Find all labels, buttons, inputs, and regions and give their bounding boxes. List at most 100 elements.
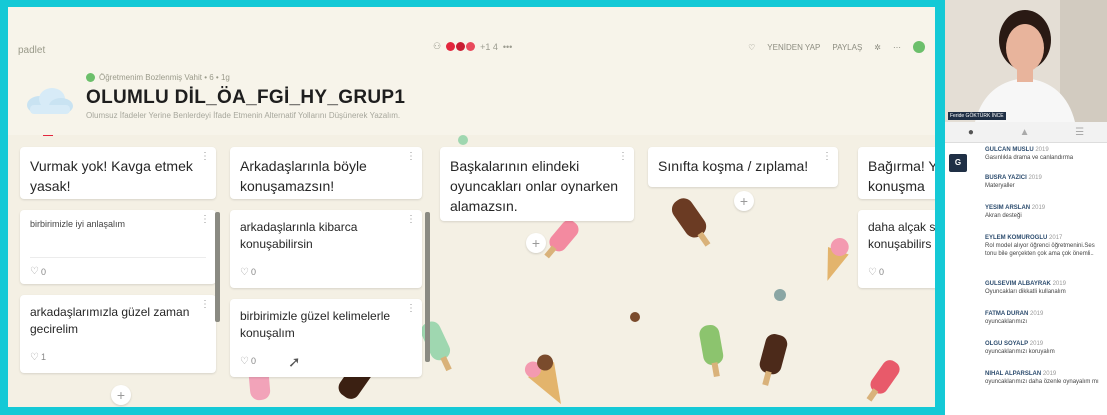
kebab-icon[interactable]: ⋮ [406, 152, 416, 162]
column-heading: Bağırma! Y konuşma [868, 158, 935, 194]
mouse-cursor-icon: ➚ [288, 354, 301, 371]
gear-icon[interactable]: ✲ [874, 43, 881, 52]
post-text: arkadaşlarınla kibarca konuşabilirsin [240, 220, 358, 251]
post-card[interactable]: daha alçak s konuşabilirs ♡ 0 [858, 210, 935, 288]
column-scrollbar[interactable] [215, 212, 220, 322]
popsicle-red [866, 360, 900, 402]
cloud-icon [27, 88, 73, 114]
author-avatar [86, 73, 95, 82]
chat-message: BUSRA YAZICI 2019 Materyaller [985, 175, 1042, 189]
ice-cream-cone-right [827, 238, 849, 281]
heart-icon: ♡ [240, 356, 249, 367]
post-text: arkadaşlarımızla güzel zaman gecirelim [30, 305, 190, 336]
add-post-button[interactable]: + [526, 233, 546, 253]
column-heading: Vurmak yok! Kavga etmek yasak! [30, 158, 193, 194]
list-tab-icon[interactable]: ☰ [1075, 127, 1084, 138]
member-avatars[interactable]: ⚇ +1 4 ••• [433, 41, 512, 52]
people-tab-icon[interactable]: ▲ [1020, 127, 1030, 138]
heart-icon: ♡ [868, 267, 877, 278]
post-card[interactable]: birbirimizle iyi anlaşalım ⋮ ♡ 0 [20, 210, 216, 284]
kebab-icon[interactable]: ⋮ [822, 152, 832, 162]
post-card[interactable]: arkadaşlarımızla güzel zaman gecirelim ⋮… [20, 295, 216, 373]
add-post-button[interactable]: + [111, 385, 131, 405]
chat-message: OLGU SOYALP 2019 oyuncaklarımızı koruyal… [985, 341, 1055, 355]
sprinkle-ball-3 [458, 135, 468, 145]
chat-message: FATMA DURAN 2019 oyuncaklarımızı [985, 311, 1044, 325]
like-count: 0 [250, 267, 256, 277]
popsicle-chocolate [759, 334, 788, 386]
like-button[interactable]: ♡ 1 [30, 349, 46, 366]
column-heading-card[interactable]: Arkadaşlarınla böyle konuşamazsın! ⋮ [230, 147, 422, 199]
author-text: Öğretmenim Bozlenmiş Vahit • 6 • 1g [99, 73, 230, 82]
members-count: +1 4 [480, 41, 498, 52]
popsicle-brown [671, 198, 711, 247]
kebab-icon[interactable]: ⋮ [406, 215, 416, 225]
heart-icon[interactable]: ♡ [748, 43, 755, 52]
chat-message: GULSEVIM ALBAYRAK 2019 Oyuncakları dikka… [985, 281, 1066, 295]
chat-message: EYLEM KOMUROGLU 2017 Rol model alıyor öğ… [985, 235, 1095, 257]
column-heading-card[interactable]: Vurmak yok! Kavga etmek yasak! ⋮ [20, 147, 216, 199]
like-button[interactable]: ♡ 0 [30, 266, 46, 277]
post-card[interactable]: birbirimizle güzel kelimelerle konuşalım… [230, 299, 422, 377]
sprinkle-ball [774, 289, 786, 301]
chat-tab-icon[interactable]: ● [968, 127, 974, 138]
column-heading-card[interactable]: Sınıfta koşma / zıplama! ⋮ [648, 147, 838, 187]
add-post-button[interactable]: + [734, 191, 754, 211]
toolbar: ♡ YENİDEN YAP PAYLAŞ ✲ ⋯ [748, 41, 925, 53]
avatar [466, 42, 476, 51]
author-line: Öğretmenim Bozlenmiş Vahit • 6 • 1g [86, 73, 230, 82]
popsicle-pink [544, 220, 579, 259]
chat-panel: ● ▲ ☰ G GULCAN MUSLU 2019 Gasınlıkla dra… [945, 122, 1107, 415]
like-count: 0 [40, 266, 46, 277]
heart-icon: ♡ [30, 266, 39, 277]
remake-button[interactable]: YENİDEN YAP [767, 43, 820, 52]
more-icon[interactable]: ⋯ [893, 43, 901, 52]
user-avatar[interactable] [913, 41, 925, 53]
like-count: 0 [878, 267, 884, 277]
post-card[interactable]: arkadaşlarınla kibarca konuşabilirsin ⋮ … [230, 210, 422, 288]
column-scrollbar[interactable] [425, 212, 430, 362]
kebab-icon[interactable]: ⋮ [406, 304, 416, 314]
popsicle-green [699, 324, 724, 377]
padlet-board: padlet ⚇ +1 4 ••• ♡ YENİDEN YAP PAYLAŞ ✲… [8, 7, 935, 407]
column-heading: Sınıfta koşma / zıplama! [658, 158, 809, 174]
like-count: 0 [250, 356, 256, 366]
page-subtitle: Olumsuz İfadeler Yerine Benlerdeyi İfade… [86, 111, 401, 120]
webcam-video: Feride GÖKTÜRK İNCE [945, 0, 1107, 122]
panel-tabs: ● ▲ ☰ [945, 122, 1107, 143]
sprinkle-ball-2 [630, 312, 640, 322]
page-title: OLUMLU DİL_ÖA_FGİ_HY_GRUP1 [86, 87, 406, 108]
kebab-icon[interactable]: ⋮ [200, 215, 210, 225]
people-icon: ⚇ [433, 41, 442, 51]
avatar [446, 42, 456, 51]
post-text: birbirimizle iyi anlaşalım [30, 219, 126, 229]
post-text: daha alçak s konuşabilirs [868, 220, 935, 251]
kebab-icon[interactable]: ⋮ [200, 152, 210, 162]
column-heading: Başkalarının elindeki oyuncakları onlar … [450, 158, 619, 214]
share-button[interactable]: PAYLAŞ [832, 43, 862, 52]
avatar [456, 42, 466, 51]
column-heading-card[interactable]: Bağırma! Y konuşma [858, 147, 935, 199]
like-button[interactable]: ♡ 0 [240, 264, 256, 281]
chat-message: YESIM ARSLAN 2019 Akran desteği [985, 205, 1046, 219]
post-text: birbirimizle güzel kelimelerle konuşalım [240, 309, 391, 340]
like-button[interactable]: ♡ 0 [240, 353, 256, 370]
popsicle-mint [420, 321, 452, 372]
column-heading: Arkadaşlarınla böyle konuşamazsın! [240, 158, 367, 194]
presenter-video [945, 0, 1107, 122]
heart-icon: ♡ [240, 267, 249, 278]
padlet-brand[interactable]: padlet [18, 45, 45, 56]
like-button[interactable]: ♡ 0 [868, 264, 884, 281]
presenter-name-label: Feride GÖKTÜRK İNCE [948, 112, 1006, 120]
chat-message: GULCAN MUSLU 2019 Gasınlıkla drama ve ca… [985, 147, 1074, 161]
column-heading-card[interactable]: Başkalarının elindeki oyuncakları onlar … [440, 147, 634, 221]
kebab-icon[interactable]: ⋮ [618, 152, 628, 162]
dots-icon: ••• [502, 41, 513, 52]
wall-header: padlet ⚇ +1 4 ••• ♡ YENİDEN YAP PAYLAŞ ✲… [8, 7, 935, 135]
ice-cream-cone [524, 354, 561, 405]
like-count: 1 [40, 352, 46, 362]
participant-badge[interactable]: G [949, 154, 967, 172]
heart-icon: ♡ [30, 352, 39, 363]
kebab-icon[interactable]: ⋮ [200, 300, 210, 310]
chat-message: NIHAL ALPARSLAN 2019 oyuncaklarımızı dah… [985, 371, 1099, 385]
